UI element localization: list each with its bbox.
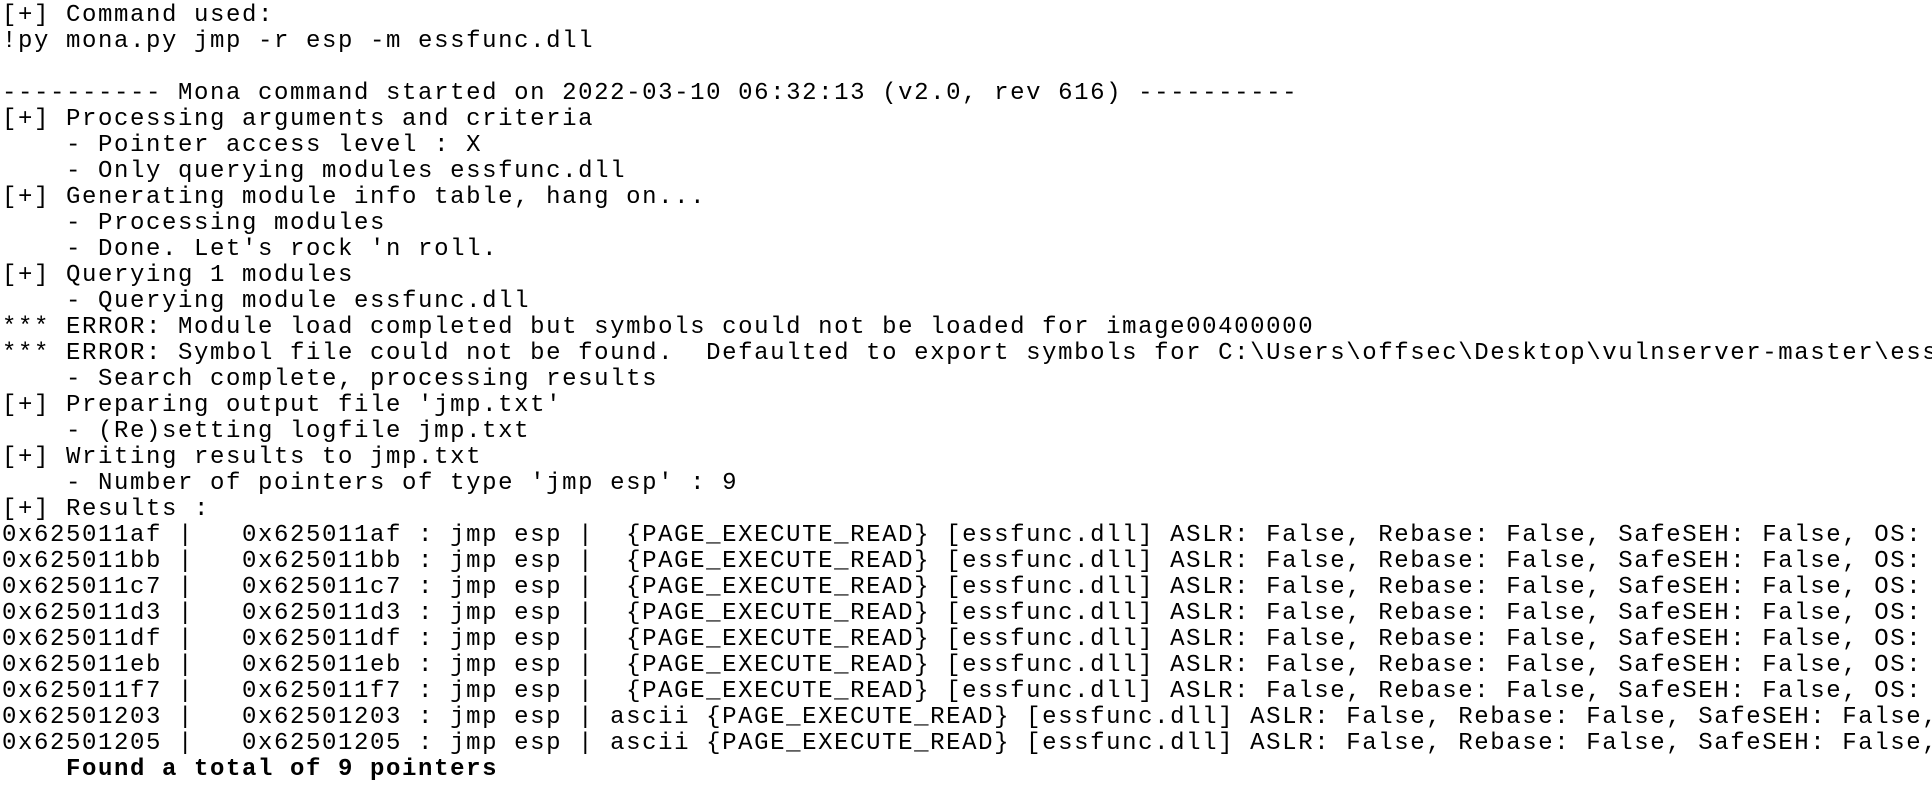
- log-line: [+] Querying 1 modules: [2, 263, 355, 289]
- log-line: - Number of pointers of type 'jmp esp' :…: [2, 471, 739, 497]
- log-line: [+] Command used:: [2, 3, 275, 29]
- result-row: 0x625011df | 0x625011df : jmp esp | {PAG…: [2, 627, 1923, 653]
- log-line: - Done. Let's rock 'n roll.: [2, 237, 499, 263]
- log-line: - Only querying modules essfunc.dll: [2, 159, 627, 185]
- log-line: [+] Results :: [2, 497, 211, 523]
- log-line: *** ERROR: Module load completed but sym…: [2, 315, 1315, 341]
- result-row: 0x625011bb | 0x625011bb : jmp esp | {PAG…: [2, 549, 1923, 575]
- mona-log-output: [+] Command used: !py mona.py jmp -r esp …: [2, 3, 1932, 783]
- log-line: - Pointer access level : X: [2, 133, 483, 159]
- log-line: *** ERROR: Symbol file could not be foun…: [2, 341, 1932, 367]
- result-row: 0x625011c7 | 0x625011c7 : jmp esp | {PAG…: [2, 575, 1923, 601]
- log-line: ---------- Mona command started on 2022-…: [2, 81, 1299, 107]
- log-line: - Processing modules: [2, 211, 387, 237]
- log-line: [+] Writing results to jmp.txt: [2, 445, 483, 471]
- result-row: 0x625011eb | 0x625011eb : jmp esp | {PAG…: [2, 653, 1923, 679]
- result-row: 0x625011af | 0x625011af : jmp esp | {PAG…: [2, 523, 1923, 549]
- log-line: - Search complete, processing results: [2, 367, 659, 393]
- result-row: 0x62501205 | 0x62501205 : jmp esp | asci…: [2, 731, 1932, 757]
- result-row: 0x625011f7 | 0x625011f7 : jmp esp | {PAG…: [2, 679, 1923, 705]
- log-line: - (Re)setting logfile jmp.txt: [2, 419, 531, 445]
- log-line: - Querying module essfunc.dll: [2, 289, 531, 315]
- log-line: [+] Processing arguments and criteria: [2, 107, 595, 133]
- result-row: 0x62501203 | 0x62501203 : jmp esp | asci…: [2, 705, 1932, 731]
- log-line: !py mona.py jmp -r esp -m essfunc.dll: [2, 29, 595, 55]
- result-row: 0x625011d3 | 0x625011d3 : jmp esp | {PAG…: [2, 601, 1923, 627]
- log-line: [+] Preparing output file 'jmp.txt': [2, 393, 563, 419]
- log-line: [+] Generating module info table, hang o…: [2, 185, 707, 211]
- results-summary: Found a total of 9 pointers: [2, 757, 499, 783]
